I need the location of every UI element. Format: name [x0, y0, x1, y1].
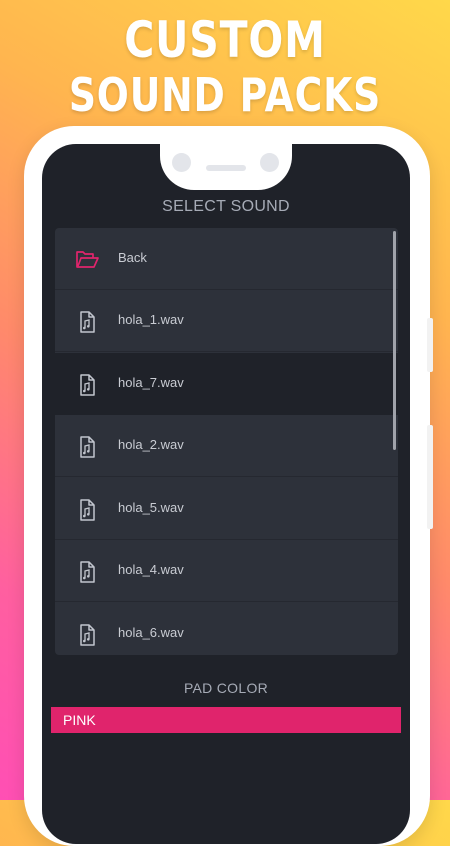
list-item-label: hola_6.wav — [118, 625, 184, 640]
phone-notch — [160, 144, 292, 190]
list-item-file[interactable]: hola_2.wav — [55, 415, 398, 477]
phone-volume-button — [427, 425, 433, 529]
list-item-file[interactable]: hola_5.wav — [55, 478, 398, 540]
list-item-label: hola_1.wav — [118, 312, 184, 327]
folder-open-icon — [76, 251, 99, 268]
list-item-label: Back — [118, 250, 147, 265]
list-item-label: hola_7.wav — [118, 375, 184, 390]
list-scrollbar[interactable] — [393, 231, 396, 450]
promo-line-2: SOUND PACKS — [68, 68, 382, 122]
list-item-file[interactable]: hola_6.wav — [55, 603, 398, 655]
audio-file-icon — [80, 499, 95, 521]
promo-headline: CUSTOM SOUND PACKS — [0, 10, 450, 120]
phone-screen: SELECT SOUND Back hola_1.wav hola_7.wav … — [42, 144, 410, 844]
camera-icon — [172, 153, 191, 172]
list-item-label: hola_4.wav — [118, 562, 184, 577]
audio-file-icon — [80, 436, 95, 458]
select-sound-title: SELECT SOUND — [162, 198, 290, 215]
audio-file-icon — [80, 311, 95, 333]
audio-file-icon — [80, 374, 95, 396]
sound-list[interactable]: Back hola_1.wav hola_7.wav hola_2.wav ho… — [55, 228, 398, 655]
list-item-label: hola_5.wav — [118, 500, 184, 515]
phone-side-button — [427, 318, 433, 372]
sensor-icon — [260, 153, 279, 172]
audio-file-icon — [80, 561, 95, 583]
pad-color-selector[interactable]: PINK — [51, 707, 401, 733]
list-item-back[interactable]: Back — [55, 228, 398, 290]
audio-file-icon — [80, 624, 95, 646]
list-item-file[interactable]: hola_1.wav — [55, 290, 398, 352]
pad-color-title: PAD COLOR — [183, 680, 269, 696]
list-item-label: hola_2.wav — [118, 437, 184, 452]
promo-line-1: CUSTOM — [124, 11, 326, 69]
list-item-file-selected[interactable]: hola_7.wav — [55, 353, 398, 415]
speaker-grille — [206, 165, 246, 171]
list-item-file[interactable]: hola_4.wav — [55, 540, 398, 602]
